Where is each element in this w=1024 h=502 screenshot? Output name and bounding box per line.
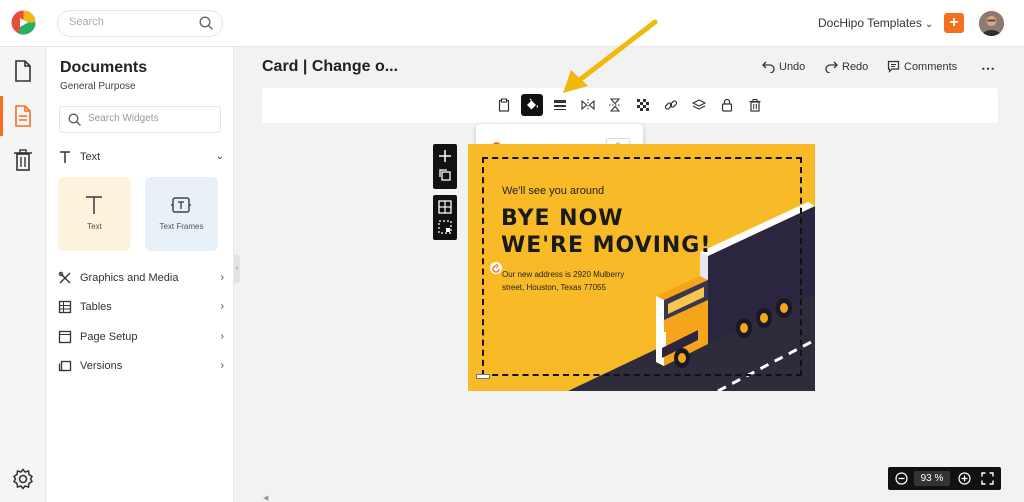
chevron-right-icon: › bbox=[220, 301, 224, 312]
delete-icon[interactable] bbox=[744, 94, 766, 116]
zoom-level[interactable]: 93 % bbox=[914, 471, 950, 486]
widget-search-input[interactable] bbox=[88, 113, 213, 124]
card-address[interactable]: Our new address is 2920 Mulberry street,… bbox=[502, 268, 642, 294]
section-graphics-and-media[interactable]: Graphics and Media › bbox=[58, 269, 224, 289]
left-rail bbox=[0, 47, 46, 502]
create-new-button[interactable]: + bbox=[944, 13, 964, 33]
scroll-left-icon[interactable]: ◀ bbox=[263, 494, 268, 502]
search-bar[interactable] bbox=[57, 10, 223, 37]
duplicate-page-icon[interactable] bbox=[437, 167, 453, 183]
panel-subtitle: General Purpose bbox=[60, 81, 136, 92]
section-label: Versions bbox=[80, 360, 123, 372]
trash-icon[interactable] bbox=[12, 148, 34, 172]
grid-icon[interactable] bbox=[437, 199, 453, 215]
lock-icon[interactable] bbox=[716, 94, 738, 116]
section-label: Page Setup bbox=[80, 331, 138, 343]
chevron-down-icon: ⌄ bbox=[924, 19, 934, 30]
annotation-arrow-icon bbox=[563, 19, 658, 93]
clipboard-icon[interactable] bbox=[493, 94, 515, 116]
text-t-icon bbox=[58, 150, 72, 167]
section-page-setup[interactable]: Page Setup › bbox=[58, 328, 224, 348]
panel-title: Documents bbox=[60, 59, 148, 76]
section-versions[interactable]: Versions › bbox=[58, 357, 224, 377]
flip-horizontal-icon[interactable] bbox=[577, 94, 599, 116]
user-avatar[interactable] bbox=[979, 11, 1004, 36]
dochipo-logo[interactable] bbox=[11, 10, 36, 35]
document-icon[interactable] bbox=[12, 59, 34, 83]
collapse-panel-handle[interactable]: ‹ bbox=[234, 255, 240, 283]
section-label: Text bbox=[80, 151, 101, 163]
graphics-tools-icon bbox=[58, 271, 72, 288]
transparency-icon[interactable] bbox=[632, 94, 654, 116]
add-duplicate-bar bbox=[433, 144, 457, 189]
link-icon[interactable] bbox=[660, 94, 682, 116]
section-label: Tables bbox=[80, 301, 112, 313]
chevron-right-icon: › bbox=[220, 360, 224, 371]
chevron-down-icon: ⌄ bbox=[215, 151, 224, 162]
search-icon bbox=[68, 113, 82, 132]
undo-icon bbox=[762, 61, 775, 74]
card-tagline[interactable]: We'll see you around bbox=[502, 185, 604, 197]
documents-panel-icon[interactable] bbox=[12, 104, 34, 128]
select-area-icon[interactable] bbox=[437, 219, 453, 235]
templates-label: DocHipo Templates bbox=[818, 16, 922, 30]
grid-select-bar bbox=[433, 195, 457, 240]
fill-color-bucket-icon[interactable] bbox=[521, 94, 543, 116]
card-headline-2[interactable]: WE'RE MOVING! bbox=[501, 233, 711, 258]
chevron-right-icon: › bbox=[220, 272, 224, 283]
comments-label: Comments bbox=[904, 61, 958, 73]
text-frame-icon bbox=[171, 195, 191, 220]
zoom-out-icon[interactable] bbox=[895, 472, 908, 490]
widgets-panel: Documents General Purpose Text ⌄ Text Te… bbox=[46, 47, 234, 502]
widget-search[interactable] bbox=[59, 106, 221, 133]
rotate-handle-icon[interactable] bbox=[490, 262, 502, 274]
templates-dropdown[interactable]: DocHipo Templates ⌄ bbox=[818, 16, 933, 30]
tile-label: Text Frames bbox=[159, 222, 204, 231]
add-page-icon[interactable] bbox=[437, 148, 453, 164]
page-setup-icon bbox=[58, 330, 72, 347]
undo-label: Undo bbox=[779, 61, 806, 73]
section-text[interactable]: Text ⌄ bbox=[58, 148, 224, 168]
active-indicator bbox=[0, 96, 3, 136]
search-icon[interactable] bbox=[199, 16, 214, 36]
moving-card-canvas[interactable]: We'll see you around BYE NOW WE'RE MOVIN… bbox=[468, 144, 815, 391]
fullscreen-icon[interactable] bbox=[981, 472, 994, 490]
text-frames-widget-tile[interactable]: Text Frames bbox=[145, 177, 218, 251]
text-widget-tile[interactable]: Text bbox=[58, 177, 131, 251]
section-tables[interactable]: Tables › bbox=[58, 298, 224, 318]
table-icon bbox=[58, 300, 72, 317]
versions-icon bbox=[58, 359, 72, 376]
redo-button[interactable]: Redo bbox=[825, 60, 869, 74]
zoom-controls: 93 % bbox=[888, 467, 1001, 490]
comment-icon bbox=[887, 60, 900, 73]
card-headline-1[interactable]: BYE NOW bbox=[501, 206, 624, 231]
more-options-icon[interactable]: ⋯ bbox=[981, 60, 996, 77]
redo-label: Redo bbox=[842, 61, 869, 73]
flip-vertical-icon[interactable] bbox=[604, 94, 626, 116]
search-input[interactable] bbox=[69, 16, 189, 28]
undo-button[interactable]: Undo bbox=[762, 60, 806, 74]
document-title[interactable]: Card | Change o... bbox=[262, 58, 398, 76]
section-label: Graphics and Media bbox=[80, 272, 179, 284]
chevron-right-icon: › bbox=[220, 331, 224, 342]
text-t-icon bbox=[84, 195, 104, 220]
border-weight-icon[interactable] bbox=[549, 94, 571, 116]
layers-icon[interactable] bbox=[688, 94, 710, 116]
top-bar: DocHipo Templates⌄ + bbox=[0, 0, 1024, 47]
redo-icon bbox=[825, 61, 838, 74]
comments-button[interactable]: Comments bbox=[887, 60, 957, 73]
tile-label: Text bbox=[87, 222, 102, 231]
settings-gear-icon[interactable] bbox=[12, 468, 34, 492]
resize-handle[interactable] bbox=[476, 374, 490, 379]
zoom-in-icon[interactable] bbox=[958, 472, 971, 490]
